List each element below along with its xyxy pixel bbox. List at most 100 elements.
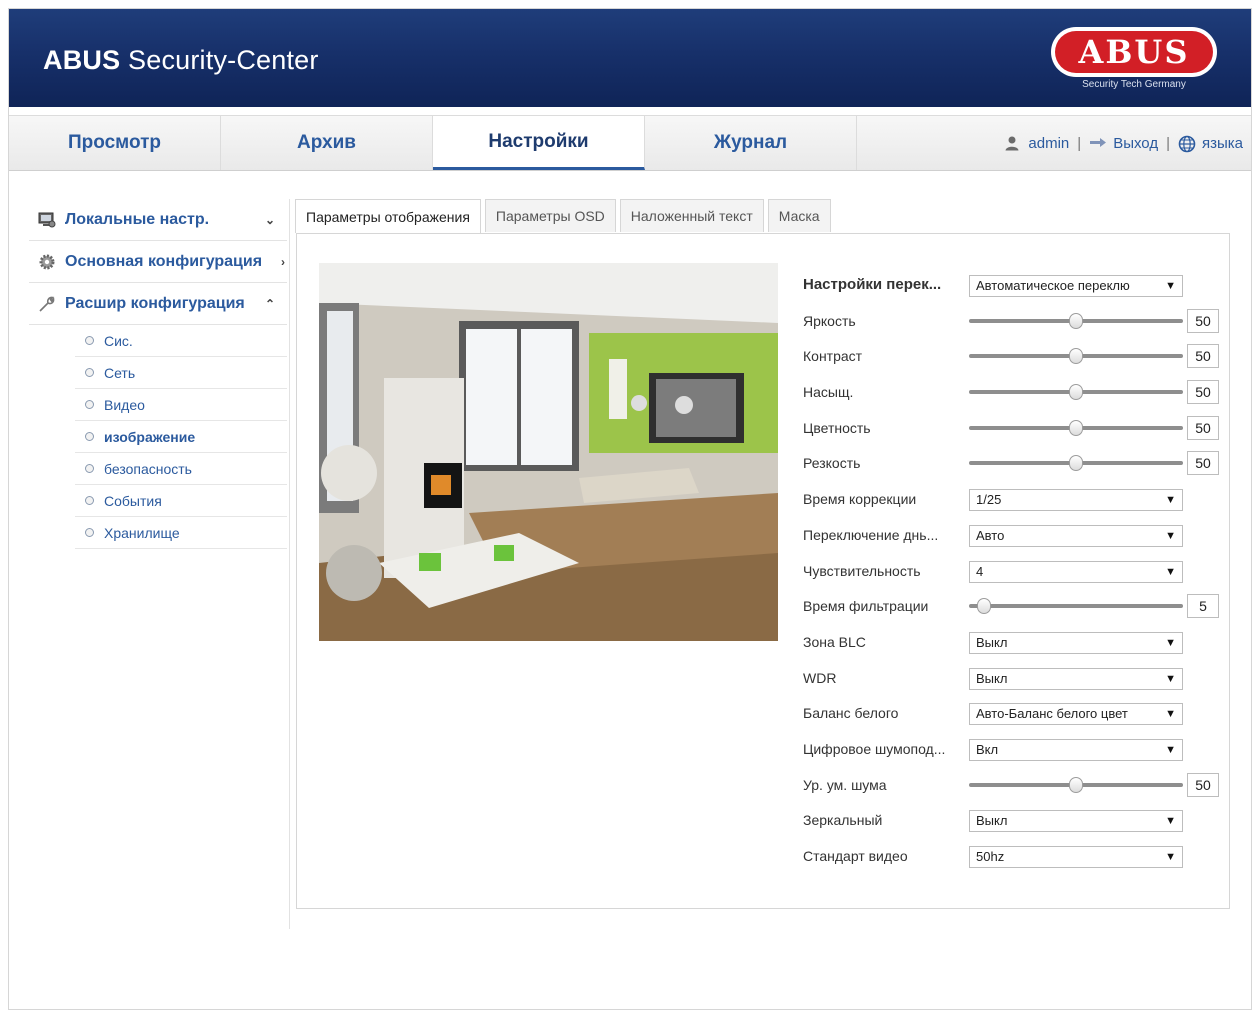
- sidebar-item-system[interactable]: Сис.: [75, 325, 287, 357]
- nav-tab-view[interactable]: Просмотр: [9, 116, 221, 170]
- setting-select[interactable]: Автоматическое переклю ▼: [969, 275, 1183, 297]
- chevron-down-icon: ⌄: [264, 212, 275, 227]
- sidebar-item-video[interactable]: Видео: [75, 389, 287, 421]
- bullet-icon: [85, 400, 94, 409]
- select-value: 4: [976, 563, 984, 579]
- setting-select[interactable]: Выкл ▼: [969, 810, 1183, 833]
- setting-row: Насыщ. 50: [803, 379, 1223, 415]
- setting-row: Время фильтрации 5: [803, 593, 1223, 629]
- dropdown-arrow-icon: ▼: [1165, 565, 1176, 578]
- tab-osd-settings[interactable]: Параметры OSD: [484, 199, 616, 232]
- username-link[interactable]: admin: [1028, 135, 1069, 152]
- setting-label: Зеркальный: [803, 812, 883, 829]
- setting-label: Баланс белого: [803, 705, 899, 722]
- slider-value-input[interactable]: 50: [1187, 380, 1219, 405]
- setting-select[interactable]: 1/25 ▼: [969, 489, 1183, 512]
- bullet-icon: [85, 336, 94, 345]
- sidebar-section-advanced[interactable]: Расшир конфигурация ⌃: [29, 283, 287, 325]
- setting-row: Цветность 50: [803, 415, 1223, 451]
- slider-knob[interactable]: [1069, 348, 1083, 365]
- slider-knob[interactable]: [1069, 384, 1083, 401]
- setting-label: Цифровое шумопод...: [803, 740, 946, 757]
- image-settings-form: Настройки перек... Автоматическое переклю…: [803, 272, 1223, 879]
- header-banner: ABUS Security-Center ABUS Security Tech …: [9, 9, 1251, 107]
- select-value: 1/25: [976, 492, 1002, 508]
- setting-label: Время фильтрации: [803, 598, 929, 615]
- tab-mask[interactable]: Маска: [767, 199, 831, 232]
- setting-slider[interactable]: [969, 384, 1183, 401]
- slider-value-input[interactable]: 50: [1187, 415, 1219, 440]
- setting-row: Переключение днь... Авто ▼: [803, 522, 1223, 558]
- setting-select[interactable]: Авто-Баланс белого цвет ▼: [969, 703, 1183, 726]
- setting-slider[interactable]: [969, 776, 1183, 793]
- setting-slider[interactable]: [969, 312, 1183, 329]
- sidebar-item-storage[interactable]: Хранилище: [75, 517, 287, 549]
- slider-value-input[interactable]: 5: [1187, 594, 1219, 619]
- nav-tab-journal[interactable]: Журнал: [645, 116, 857, 170]
- sidebar-item-network[interactable]: Сеть: [75, 357, 287, 389]
- select-value: Выкл: [976, 813, 1008, 829]
- user-icon: [1004, 135, 1020, 151]
- sidebar-item-image[interactable]: изображение: [75, 421, 287, 453]
- slider-knob[interactable]: [1069, 419, 1083, 436]
- select-value: Вкл: [976, 741, 999, 757]
- setting-select[interactable]: 50hz ▼: [969, 846, 1183, 868]
- dropdown-arrow-icon: ▼: [1165, 708, 1176, 721]
- setting-label: Цветность: [803, 419, 871, 436]
- setting-slider[interactable]: [969, 598, 1183, 615]
- chevron-up-icon: ⌃: [264, 296, 275, 311]
- setting-row: Баланс белого Авто-Баланс белого цвет ▼: [803, 700, 1223, 736]
- setting-label: Чувствительность: [803, 562, 921, 579]
- setting-label: Резкость: [803, 455, 861, 472]
- slider-track: [969, 604, 1183, 609]
- slider-knob[interactable]: [1069, 455, 1083, 472]
- select-value: Выкл: [976, 670, 1008, 686]
- sidebar-section-local[interactable]: Локальные настр. ⌄: [29, 199, 287, 241]
- setting-select[interactable]: Вкл ▼: [969, 738, 1183, 761]
- setting-row: Настройки перек... Автоматическое переклю…: [803, 272, 1223, 308]
- nav-tab-settings[interactable]: Настройки: [433, 116, 645, 170]
- slider-value-input[interactable]: 50: [1187, 344, 1219, 369]
- select-value: Выкл: [976, 634, 1008, 650]
- tab-text-overlay[interactable]: Наложенный текст: [619, 199, 764, 232]
- logout-link[interactable]: Выход: [1113, 135, 1158, 152]
- logout-icon: [1089, 135, 1107, 151]
- nav-tab-archive[interactable]: Архив: [221, 116, 433, 170]
- dropdown-arrow-icon: ▼: [1165, 529, 1176, 542]
- bullet-icon: [85, 368, 94, 377]
- setting-label: WDR: [803, 669, 837, 686]
- tab-display-settings[interactable]: Параметры отображения: [295, 199, 481, 233]
- setting-label: Яркость: [803, 312, 856, 329]
- content-tabs: Параметры отображения Параметры OSD Нало…: [295, 199, 835, 233]
- setting-label: Зона BLC: [803, 633, 866, 650]
- setting-select[interactable]: Авто ▼: [969, 524, 1183, 547]
- slider-value-input[interactable]: 50: [1187, 772, 1219, 797]
- slider-value-input[interactable]: 50: [1187, 451, 1219, 476]
- dropdown-arrow-icon: ▼: [1165, 743, 1176, 756]
- slider-knob[interactable]: [1069, 776, 1083, 793]
- setting-slider[interactable]: [969, 419, 1183, 436]
- setting-select[interactable]: 4 ▼: [969, 560, 1183, 583]
- language-link[interactable]: языка: [1202, 135, 1243, 152]
- setting-select[interactable]: Выкл ▼: [969, 667, 1183, 690]
- camera-preview-image: [319, 263, 778, 641]
- dropdown-arrow-icon: ▼: [1165, 815, 1176, 828]
- setting-slider[interactable]: [969, 348, 1183, 365]
- setting-row: Зона BLC Выкл ▼: [803, 629, 1223, 665]
- dropdown-arrow-icon: ▼: [1165, 636, 1176, 649]
- slider-value-input[interactable]: 50: [1187, 308, 1219, 333]
- bullet-icon: [85, 464, 94, 473]
- slider-knob[interactable]: [1069, 312, 1083, 329]
- bullet-icon: [85, 528, 94, 537]
- setting-select[interactable]: Выкл ▼: [969, 631, 1183, 654]
- sidebar-divider: [289, 199, 290, 929]
- sidebar-item-security[interactable]: безопасность: [75, 453, 287, 485]
- wrench-icon: [37, 294, 57, 314]
- setting-row: Время коррекции 1/25 ▼: [803, 486, 1223, 522]
- slider-knob[interactable]: [977, 598, 991, 615]
- sidebar-item-events[interactable]: События: [75, 485, 287, 517]
- select-value: 50hz: [976, 849, 1005, 864]
- setting-label: Насыщ.: [803, 384, 854, 401]
- sidebar-section-basic[interactable]: Основная конфигурация ›: [29, 241, 287, 283]
- setting-slider[interactable]: [969, 455, 1183, 472]
